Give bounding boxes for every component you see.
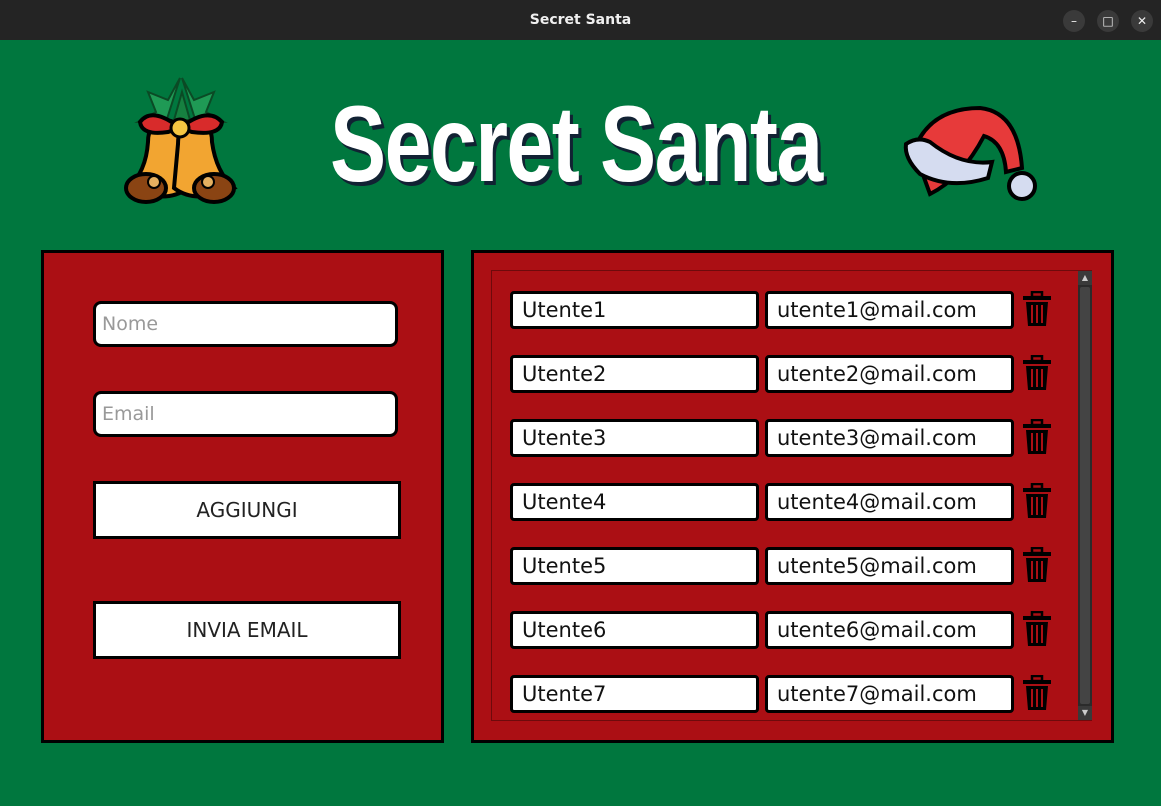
- trash-icon[interactable]: [1021, 419, 1053, 455]
- window-title: Secret Santa: [529, 12, 632, 28]
- trash-icon[interactable]: [1021, 483, 1053, 519]
- participant-name[interactable]: Utente2: [510, 355, 759, 393]
- participant-email[interactable]: utente1@mail.com: [765, 291, 1014, 329]
- scroll-up-icon[interactable]: ▲: [1078, 271, 1092, 285]
- scrollbar-thumb[interactable]: [1080, 287, 1090, 704]
- trash-icon[interactable]: [1021, 675, 1053, 711]
- participant-email[interactable]: utente5@mail.com: [765, 547, 1014, 585]
- window-titlebar: Secret Santa – □ ✕: [0, 0, 1161, 41]
- participant-email[interactable]: utente4@mail.com: [765, 483, 1014, 521]
- trash-icon[interactable]: [1021, 611, 1053, 647]
- participant-name[interactable]: Utente7: [510, 675, 759, 713]
- participant-name[interactable]: Utente1: [510, 291, 759, 329]
- participant-row: Utente2 utente2@mail.com: [510, 355, 1053, 395]
- participant-name[interactable]: Utente3: [510, 419, 759, 457]
- participant-email[interactable]: utente6@mail.com: [765, 611, 1014, 649]
- bells-icon: [124, 77, 238, 204]
- app-window: Secret Santa Nome Email AGGIUNGI INVIA E…: [0, 40, 1161, 806]
- maximize-button[interactable]: □: [1097, 10, 1119, 32]
- participant-email[interactable]: utente3@mail.com: [765, 419, 1014, 457]
- send-email-button[interactable]: INVIA EMAIL: [93, 601, 401, 659]
- trash-icon[interactable]: [1021, 547, 1053, 583]
- name-input[interactable]: Nome: [93, 301, 398, 347]
- santa-hat-icon: [903, 105, 1037, 201]
- participant-email[interactable]: utente7@mail.com: [765, 675, 1014, 713]
- participant-name[interactable]: Utente6: [510, 611, 759, 649]
- participants-list[interactable]: Utente1 utente1@mail.com Utente2 utente2…: [491, 270, 1092, 721]
- participant-name[interactable]: Utente5: [510, 547, 759, 585]
- participants-panel: Utente1 utente1@mail.com Utente2 utente2…: [471, 250, 1114, 743]
- participant-row: Utente4 utente4@mail.com: [510, 483, 1053, 523]
- app-title: Secret Santa: [330, 83, 823, 204]
- participant-email[interactable]: utente2@mail.com: [765, 355, 1014, 393]
- participant-row: Utente1 utente1@mail.com: [510, 291, 1053, 331]
- trash-icon[interactable]: [1021, 291, 1053, 327]
- list-scrollbar[interactable]: ▲ ▼: [1078, 271, 1092, 720]
- participant-row: Utente3 utente3@mail.com: [510, 419, 1053, 459]
- participant-name[interactable]: Utente4: [510, 483, 759, 521]
- participant-row: Utente7 utente7@mail.com: [510, 675, 1053, 715]
- close-button[interactable]: ✕: [1131, 10, 1153, 32]
- scroll-down-icon[interactable]: ▼: [1078, 706, 1092, 720]
- participant-row: Utente5 utente5@mail.com: [510, 547, 1053, 587]
- trash-icon[interactable]: [1021, 355, 1053, 391]
- participant-row: Utente6 utente6@mail.com: [510, 611, 1053, 651]
- add-participant-panel: Nome Email AGGIUNGI INVIA EMAIL: [41, 250, 444, 743]
- add-button[interactable]: AGGIUNGI: [93, 481, 401, 539]
- email-input[interactable]: Email: [93, 391, 398, 437]
- minimize-button[interactable]: –: [1063, 10, 1085, 32]
